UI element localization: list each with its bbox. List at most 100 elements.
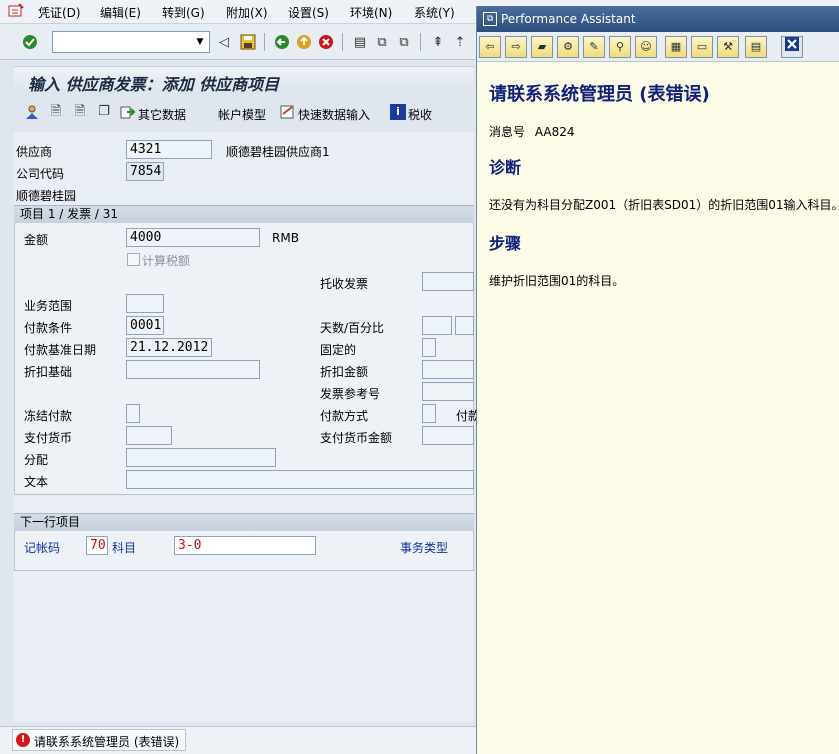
baseline-date-field[interactable]: 21.12.2012: [126, 338, 212, 357]
amount-field[interactable]: 4000: [126, 228, 260, 247]
assignment-field[interactable]: [126, 448, 276, 467]
assignment-label: 分配: [24, 453, 49, 467]
sap-menu-icon[interactable]: [8, 4, 24, 18]
command-field[interactable]: ▼: [52, 31, 210, 53]
invoice-ref-field[interactable]: [422, 382, 474, 401]
tax-button[interactable]: 税收: [408, 106, 432, 123]
pa-window-icon: ⧉: [483, 12, 497, 26]
company-code-label: 公司代码: [16, 167, 65, 181]
close-icon[interactable]: [781, 36, 803, 58]
vendor-label: 供应商: [16, 145, 53, 159]
company-name: 顺德碧桂园: [16, 189, 77, 203]
edit-icon[interactable]: ✎: [583, 36, 605, 58]
posting-key-label: 记帐码: [24, 541, 61, 555]
menu-settings[interactable]: 设置(S): [288, 4, 329, 21]
fixed-label: 固定的: [320, 343, 357, 357]
menu-extras[interactable]: 附加(X): [226, 4, 268, 21]
exit-icon[interactable]: [294, 32, 314, 52]
find-next-icon[interactable]: ⧉: [394, 32, 414, 52]
book-icon[interactable]: ▰: [531, 36, 553, 58]
find-icon[interactable]: ⧉: [372, 32, 392, 52]
account-label: 科目: [112, 541, 137, 555]
print-icon[interactable]: ▤: [350, 32, 370, 52]
fast-entry-icon: [280, 104, 296, 120]
save-icon[interactable]: [238, 32, 258, 52]
currency-label: RMB: [272, 231, 299, 245]
menu-system[interactable]: 系统(Y): [414, 4, 455, 21]
fixed-field[interactable]: [422, 338, 436, 357]
amount-label: 金额: [24, 233, 49, 247]
business-area-label: 业务范围: [24, 299, 73, 313]
back-arrow-icon[interactable]: ⇦: [479, 36, 501, 58]
days-field[interactable]: [422, 316, 452, 335]
baseline-date-label: 付款基准日期: [24, 343, 97, 357]
collection-invoice-label: 托收发票: [320, 277, 369, 291]
collection-invoice-field[interactable]: [422, 272, 474, 291]
pa-procedure-title: 步骤: [489, 234, 522, 253]
menu-environment[interactable]: 环境(N): [350, 4, 392, 21]
vendor-name: 顺德碧桂园供应商1: [226, 145, 330, 159]
vendor-field[interactable]: 4321: [126, 140, 212, 159]
discount-amount-field[interactable]: [422, 360, 474, 379]
pay-currency-field[interactable]: [126, 426, 172, 445]
people-icon[interactable]: ☺: [635, 36, 657, 58]
settings-icon[interactable]: ⚒: [717, 36, 739, 58]
transaction-type-label: 事务类型: [400, 541, 449, 555]
pa-procedure-text: 维护折旧范围01的科目。: [489, 274, 625, 288]
menu-edit[interactable]: 编辑(E): [100, 4, 141, 21]
percent-field[interactable]: [455, 316, 474, 335]
text-field[interactable]: [126, 470, 474, 489]
application-toolbar: 🗎 🗎 ❐ 其它数据 帐户模型 快速数据输入 i 税收: [14, 98, 474, 128]
pay-currency-amount-label: 支付货币金额: [320, 431, 393, 445]
fast-entry-button[interactable]: 快速数据输入: [298, 106, 370, 123]
arrow-right-document-icon[interactable]: [120, 104, 136, 120]
block-payment-field[interactable]: [126, 404, 140, 423]
pay-currency-amount-field[interactable]: [422, 426, 474, 445]
calc-tax-checkbox[interactable]: [127, 253, 140, 266]
business-area-field[interactable]: [126, 294, 164, 313]
table-icon[interactable]: ▦: [665, 36, 687, 58]
print-icon[interactable]: ▤: [745, 36, 767, 58]
payment-method-field[interactable]: [422, 404, 436, 423]
next-item-section-header: 下一行项目: [14, 513, 474, 531]
screen-icon[interactable]: ▭: [691, 36, 713, 58]
enter-checkmark-icon[interactable]: [20, 32, 40, 52]
menu-goto[interactable]: 转到(G): [162, 4, 205, 21]
glossary-icon[interactable]: ⚲: [609, 36, 631, 58]
status-message[interactable]: 请联系系统管理员 (表错误): [34, 733, 179, 750]
pa-title-bar[interactable]: ⧉ Performance Assistant: [477, 6, 839, 32]
posting-key-field[interactable]: 70: [86, 536, 108, 555]
previous-page-icon[interactable]: ⇡: [450, 32, 470, 52]
user-icon[interactable]: [24, 104, 40, 120]
info-icon: i: [390, 104, 406, 120]
status-bar: ! 请联系系统管理员 (表错误): [0, 726, 476, 754]
chevron-down-icon[interactable]: ▼: [193, 34, 207, 50]
payment-terms-field[interactable]: 0001: [126, 316, 164, 335]
days-percent-label: 天数/百分比: [320, 321, 385, 335]
copy-icon[interactable]: ❐: [96, 104, 112, 120]
hold-document-icon[interactable]: 🗎: [48, 104, 64, 120]
toolbar-separator: [420, 33, 421, 51]
performance-assistant-window: ⧉ Performance Assistant ⇦ ⇨ ▰ ⚙ ✎ ⚲ ☺ ▦ …: [476, 6, 839, 754]
pa-window-title: Performance Assistant: [501, 12, 636, 26]
screen-title-bar: 输入 供应商发票：添加 供应商项目: [14, 66, 474, 94]
discount-base-field[interactable]: [126, 360, 260, 379]
back-icon[interactable]: [272, 32, 292, 52]
first-page-icon[interactable]: ⇞: [428, 32, 448, 52]
triangle-left-icon[interactable]: ◁: [214, 32, 234, 52]
simulate-icon[interactable]: 🗎: [72, 104, 88, 120]
cancel-icon[interactable]: [316, 32, 336, 52]
menu-document[interactable]: 凭证(D): [38, 4, 81, 21]
technical-info-icon[interactable]: ⚙: [557, 36, 579, 58]
discount-base-label: 折扣基础: [24, 365, 73, 379]
other-data-button[interactable]: 其它数据: [138, 106, 186, 123]
forward-arrow-icon[interactable]: ⇨: [505, 36, 527, 58]
page-title: 输入 供应商发票：添加 供应商项目: [28, 75, 280, 94]
account-field[interactable]: 3-0: [174, 536, 316, 555]
company-code-field: 7854: [126, 162, 164, 181]
block-payment-label: 冻结付款: [24, 409, 73, 423]
account-model-button[interactable]: 帐户模型: [218, 106, 266, 123]
pa-diagnosis-text: 还没有为科目分配Z001（折旧表SD01）的折旧范围01输入科目。: [489, 198, 839, 212]
error-icon: !: [16, 733, 30, 747]
pa-message-no: 消息号 AA824: [489, 123, 575, 140]
